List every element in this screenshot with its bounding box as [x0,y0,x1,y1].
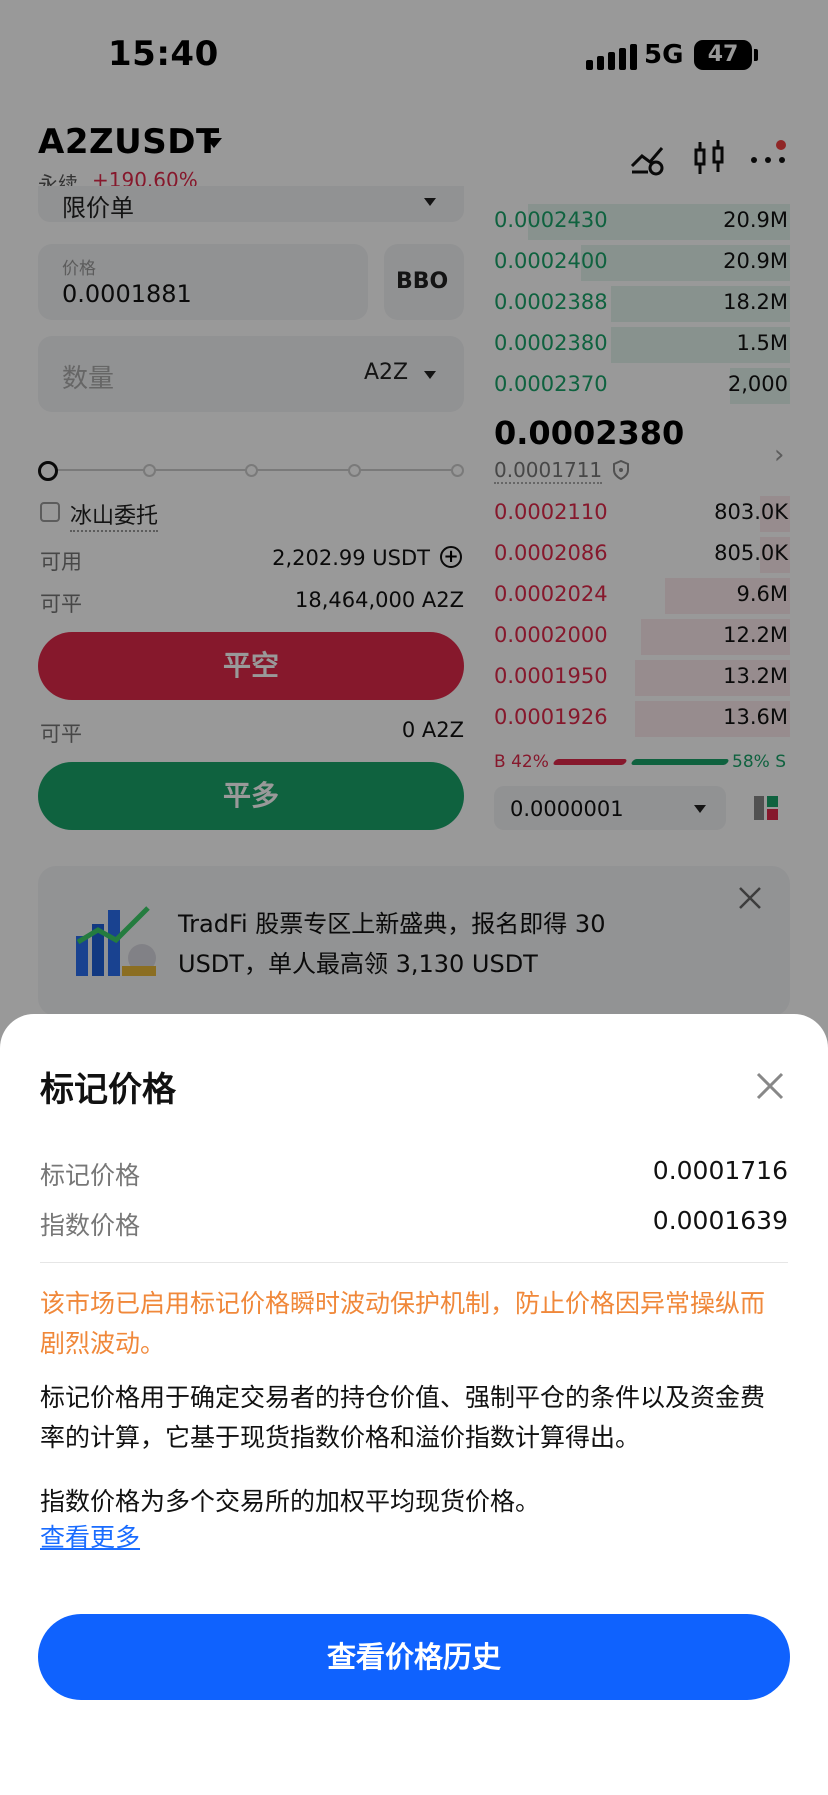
learn-more-link[interactable]: 查看更多 [40,1518,140,1558]
description-index-price: 指数价格为多个交易所的加权平均现货价格。 [40,1487,541,1516]
description-mark-price: 标记价格用于确定交易者的持仓价值、强制平仓的条件以及资金费率的计算，它基于现货指… [40,1383,766,1452]
sheet-title: 标记价格 [40,1070,176,1110]
mark-price-label: 标记价格 [40,1161,141,1190]
close-icon[interactable] [752,1068,788,1104]
index-price-value: 0.0001639 [652,1206,788,1235]
index-price-label: 指数价格 [40,1211,141,1240]
divider [40,1262,788,1263]
view-price-history-button[interactable]: 查看价格历史 [38,1614,790,1700]
warning-text: 该市场已启用标记价格瞬时波动保护机制，防止价格因异常操纵而剧烈波动。 [40,1289,766,1358]
mark-price-value: 0.0001716 [652,1156,788,1185]
